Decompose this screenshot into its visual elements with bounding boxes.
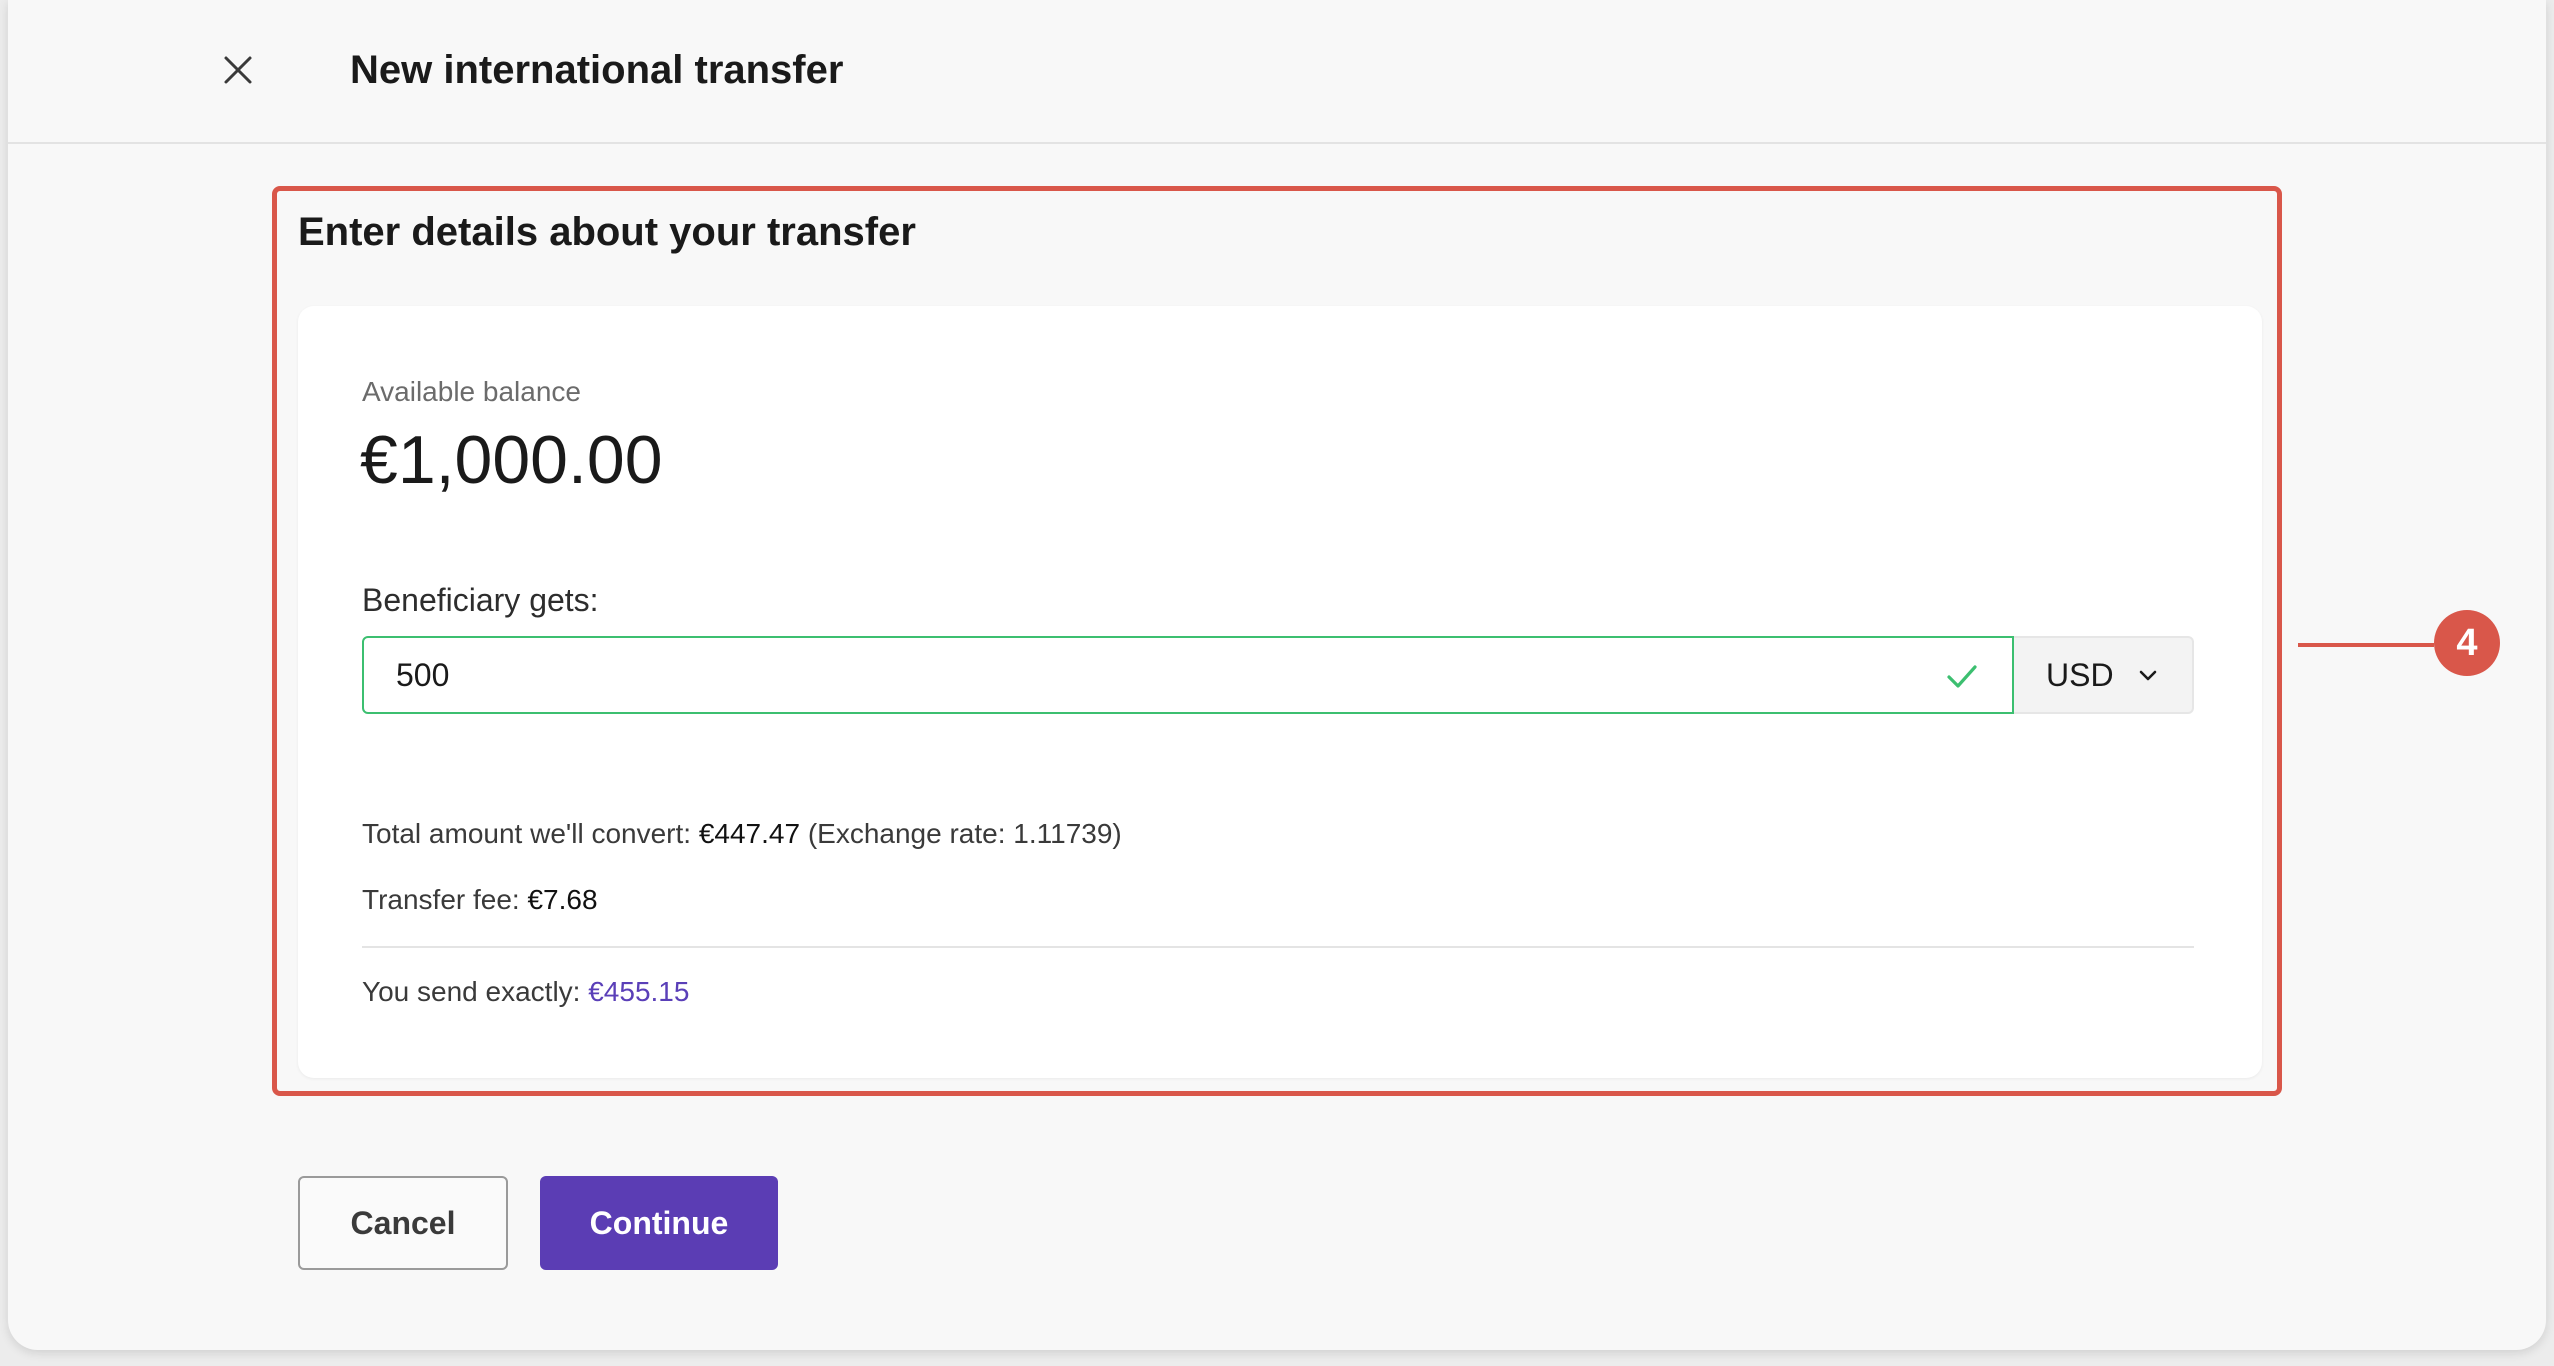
fee-amount: €7.68: [527, 884, 598, 915]
close-button[interactable]: [214, 46, 262, 94]
convert-amount: €447.47: [698, 818, 801, 849]
fee-summary: Transfer fee: €7.68: [362, 882, 598, 918]
transfer-window: New international transfer Enter details…: [8, 0, 2546, 1350]
summary-divider: [362, 946, 2194, 948]
currency-select[interactable]: USD: [2014, 636, 2194, 714]
page-title: New international transfer: [350, 48, 844, 92]
convert-summary: Total amount we'll convert: €447.47 (Exc…: [362, 816, 1122, 852]
convert-label: Total amount we'll convert:: [362, 818, 692, 849]
callout-badge: 4: [2434, 610, 2500, 676]
balance-value: €1,000.00: [360, 422, 663, 498]
callout-connector: [2298, 643, 2434, 647]
send-label: You send exactly:: [362, 976, 581, 1007]
cancel-button[interactable]: Cancel: [298, 1176, 508, 1270]
chevron-down-icon: [2139, 670, 2156, 681]
amount-input[interactable]: [364, 638, 2012, 712]
balance-label: Available balance: [362, 376, 581, 407]
fee-label: Transfer fee:: [362, 884, 520, 915]
section-title: Enter details about your transfer: [298, 210, 916, 254]
send-amount: €455.15: [588, 976, 690, 1007]
check-icon: [1947, 665, 1977, 688]
currency-value: USD: [2046, 656, 2114, 693]
exchange-rate: (Exchange rate: 1.11739): [807, 818, 1122, 849]
beneficiary-gets-label: Beneficiary gets:: [362, 582, 599, 618]
transfer-details-card: Available balance €1,000.00 Beneficiary …: [298, 306, 2262, 1078]
amount-field: [362, 636, 2014, 714]
page-header: New international transfer: [8, 0, 2546, 144]
close-icon[interactable]: [222, 54, 254, 86]
continue-button[interactable]: Continue: [540, 1176, 778, 1270]
send-summary: You send exactly: €455.15: [362, 974, 689, 1010]
